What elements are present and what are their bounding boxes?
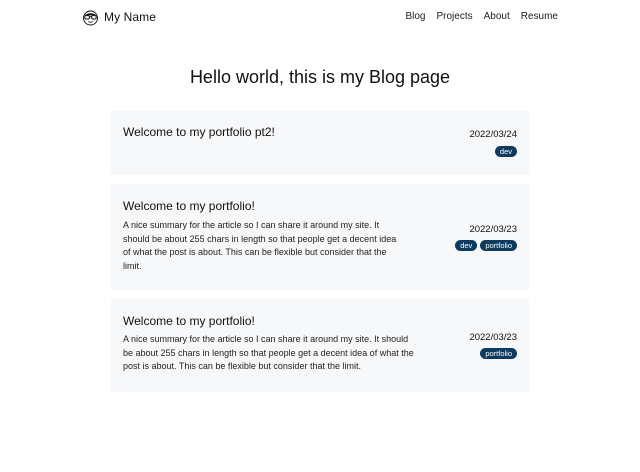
tag-badge[interactable]: portfolio [480, 348, 517, 359]
post-title[interactable]: Welcome to my portfolio! [123, 314, 255, 329]
post-title[interactable]: Welcome to my portfolio! [123, 199, 255, 214]
glasses-face-icon [82, 9, 99, 26]
tag-badge[interactable]: dev [494, 146, 517, 157]
post-tags: dev [494, 146, 517, 157]
post-date: 2022/03/23 [469, 332, 517, 343]
nav-projects[interactable]: Projects [436, 11, 472, 23]
brand-name: My Name [104, 10, 157, 24]
tag-badge[interactable]: dev [455, 240, 478, 251]
brand-link[interactable]: My Name [82, 8, 156, 26]
post-summary: A nice summary for the article so I can … [123, 334, 414, 371]
post-tags: dev portfolio [455, 240, 517, 251]
main-nav: Blog Projects About Resume [394, 11, 558, 23]
post-card[interactable]: Welcome to my portfolio! A nice summary … [111, 184, 529, 290]
post-title[interactable]: Welcome to my portfolio pt2! [123, 125, 275, 140]
tag-badge[interactable]: portfolio [480, 240, 517, 251]
site-header: My Name Blog Projects About Resume [0, 0, 640, 36]
nav-blog[interactable]: Blog [405, 11, 425, 23]
post-card[interactable]: Welcome to my portfolio pt2! 2022/03/24 … [111, 111, 529, 175]
post-date: 2022/03/24 [469, 129, 517, 140]
post-tags: portfolio [480, 348, 517, 359]
page-title: Hello world, this is my Blog page [189, 67, 451, 87]
post-summary: A nice summary for the article so I can … [123, 220, 397, 271]
nav-resume[interactable]: Resume [521, 11, 558, 23]
post-date: 2022/03/23 [469, 224, 517, 235]
nav-about[interactable]: About [484, 11, 510, 23]
post-card[interactable]: Welcome to my portfolio! A nice summary … [111, 299, 529, 392]
